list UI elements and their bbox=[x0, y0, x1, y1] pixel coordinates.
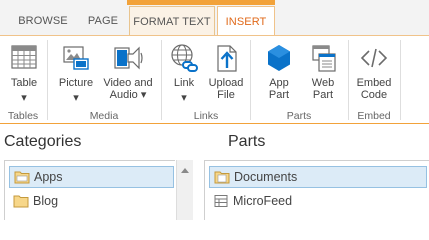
upload-file-icon bbox=[217, 45, 237, 72]
part-item-label: MicroFeed bbox=[233, 194, 293, 208]
category-item-label: Blog bbox=[33, 194, 59, 208]
group-label-embed: Embed bbox=[357, 110, 391, 122]
picture-icon bbox=[63, 46, 89, 70]
app-part-label-line1: App bbox=[269, 77, 289, 89]
app-part-icon bbox=[268, 45, 290, 71]
ribbon-group-media: Picture ▾ Video and Audio ▾ Media bbox=[48, 36, 160, 124]
contextual-tab-group-indicator bbox=[127, 0, 275, 5]
part-item-microfeed[interactable]: MicroFeed bbox=[209, 190, 292, 212]
upload-file-label-line2: File bbox=[217, 89, 235, 101]
web-part-icon bbox=[312, 45, 336, 72]
group-divider bbox=[400, 40, 401, 120]
tab-format-text[interactable]: FORMAT TEXT bbox=[129, 6, 215, 36]
tab-insert[interactable]: INSERT bbox=[217, 6, 275, 36]
table-button[interactable]: Table ▾ bbox=[6, 42, 42, 104]
upload-file-label-line1: Upload bbox=[208, 77, 244, 89]
ribbon-tab-strip: BROWSE PAGE FORMAT TEXT INSERT bbox=[0, 0, 429, 36]
ribbon-insert-panel: Table ▾ Tables Picture ▾ Video and Audio… bbox=[0, 35, 429, 124]
chevron-down-icon: ▾ bbox=[21, 92, 27, 104]
web-part-label-line1: Web bbox=[311, 77, 335, 89]
parts-list: Documents MicroFeed bbox=[204, 160, 429, 220]
folder-icon bbox=[14, 171, 30, 184]
document-library-icon bbox=[214, 171, 230, 184]
app-part-label-line2: Part bbox=[268, 89, 290, 101]
group-label-media: Media bbox=[89, 110, 119, 122]
upload-file-button[interactable]: Upload File bbox=[206, 42, 246, 101]
picture-button[interactable]: Picture ▾ bbox=[54, 42, 98, 104]
tab-page[interactable]: PAGE bbox=[80, 6, 126, 36]
link-button-label: Link bbox=[173, 77, 195, 89]
folder-icon bbox=[13, 195, 29, 208]
picture-button-label: Picture bbox=[58, 77, 94, 89]
tab-browse[interactable]: BROWSE bbox=[8, 6, 78, 36]
ribbon-group-embed: Embed Code Embed bbox=[349, 36, 399, 124]
ribbon-group-tables: Table ▾ Tables bbox=[0, 36, 46, 124]
part-item-documents[interactable]: Documents bbox=[209, 166, 427, 188]
table-button-label: Table bbox=[10, 77, 38, 89]
group-label-parts: Parts bbox=[286, 110, 312, 122]
ribbon-group-links: Link ▾ Upload File Links bbox=[162, 36, 250, 124]
category-item-apps[interactable]: Apps bbox=[9, 166, 174, 188]
video-audio-label-line1: Video and bbox=[103, 77, 153, 89]
video-audio-icon bbox=[114, 46, 143, 70]
video-and-audio-button[interactable]: Video and Audio ▾ bbox=[99, 42, 157, 101]
embed-code-label-line2: Code bbox=[360, 89, 388, 101]
link-button[interactable]: Link ▾ bbox=[166, 42, 202, 104]
embed-code-label-line1: Embed bbox=[356, 77, 392, 89]
web-part-button[interactable]: Web Part bbox=[303, 42, 343, 101]
categories-title: Categories bbox=[4, 133, 82, 150]
table-icon bbox=[11, 45, 37, 69]
link-globe-icon bbox=[171, 44, 198, 72]
categories-scrollbar[interactable] bbox=[176, 160, 193, 220]
part-item-label: Documents bbox=[234, 170, 298, 184]
embed-code-button[interactable]: Embed Code bbox=[353, 42, 395, 101]
video-audio-label-line2: Audio ▾ bbox=[109, 89, 147, 101]
ribbon-group-parts: App Part Web Part Parts bbox=[251, 36, 347, 124]
embed-code-icon bbox=[360, 48, 388, 68]
categories-list: Apps Blog bbox=[4, 160, 175, 220]
parts-title: Parts bbox=[228, 133, 266, 150]
chevron-down-icon: ▾ bbox=[181, 92, 187, 104]
chevron-down-icon: ▾ bbox=[73, 92, 79, 104]
category-item-label: Apps bbox=[34, 170, 63, 184]
category-item-blog[interactable]: Blog bbox=[9, 190, 58, 212]
app-part-button[interactable]: App Part bbox=[259, 42, 299, 101]
scroll-up-arrow-icon[interactable] bbox=[181, 168, 189, 173]
list-icon bbox=[214, 195, 228, 207]
group-label-tables: Tables bbox=[7, 110, 39, 122]
web-part-label-line2: Part bbox=[312, 89, 334, 101]
group-label-links: Links bbox=[193, 110, 219, 122]
